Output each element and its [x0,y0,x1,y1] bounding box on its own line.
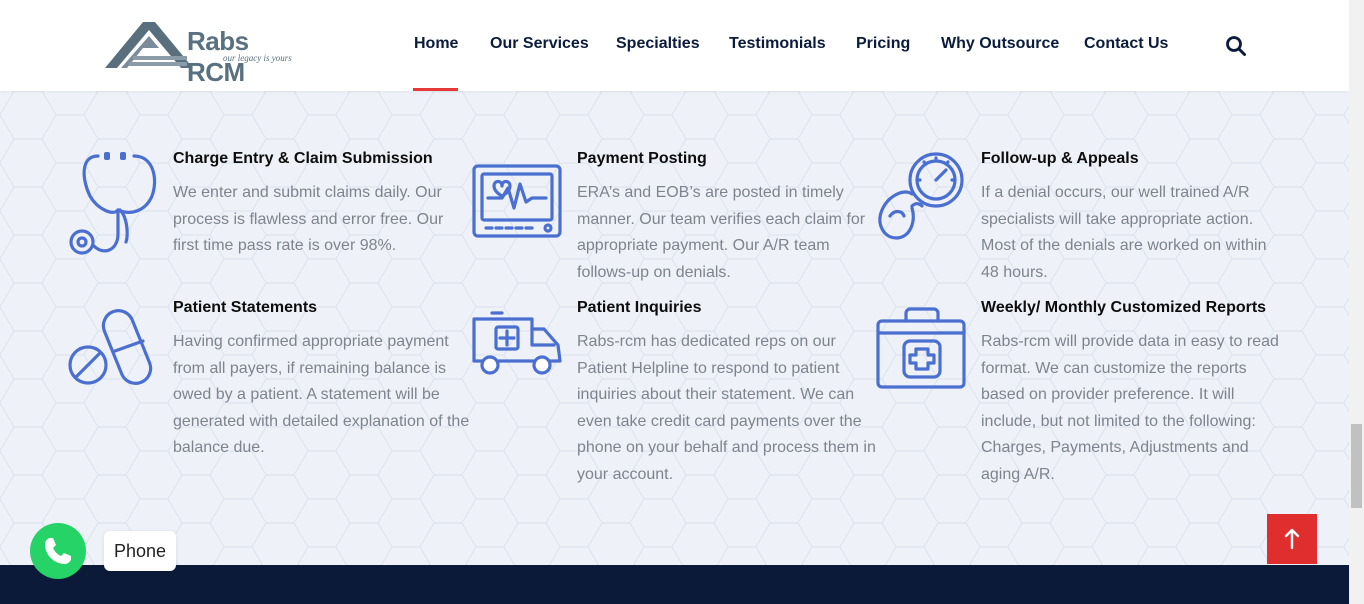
scrollbar-thumb[interactable] [1351,424,1362,508]
brand-logo[interactable]: Rabs RCM our legacy is yours [103,18,303,87]
services-section: Charge Entry & Claim Submission We enter… [0,91,1349,565]
nav-item-why-outsource[interactable]: Why Outsource [941,35,1059,53]
feature-title: Patient Statements [173,299,318,316]
page-scrollbar[interactable] [1349,0,1364,604]
feature-description: Having confirmed appropriate payment fro… [173,333,470,456]
footer [0,565,1349,604]
nav-item-home[interactable]: Home [414,35,458,53]
feature-description: ERA’s and EOB’s are posted in timely man… [577,184,866,281]
nav-item-our-services[interactable]: Our Services [490,35,589,53]
feature-title: Payment Posting [577,150,707,167]
nav-item-contact-us[interactable]: Contact Us [1084,35,1168,53]
nav-item-specialties[interactable]: Specialties [616,35,700,53]
search-icon [1226,36,1246,56]
phone-call-button[interactable] [30,523,86,579]
first-aid-kit-icon [876,307,966,389]
feature-title: Weekly/ Monthly Customized Reports [981,299,1267,316]
back-to-top-button[interactable] [1267,514,1317,564]
feature-description: Rabs-rcm has dedicated reps on our Patie… [577,333,876,483]
phone-label[interactable]: Phone [104,531,176,571]
nav-item-testimonials[interactable]: Testimonials [729,35,826,53]
pills-icon [68,309,153,385]
brand-tagline: our legacy is yours [223,53,292,63]
feature-description: If a denial occurs, our well trained A/R… [981,184,1267,281]
feature-description: Rabs-rcm will provide data in easy to re… [981,333,1279,483]
feature-title: Charge Entry & Claim Submission [173,150,433,167]
site-header: Rabs RCM our legacy is yours Home Our Se… [0,0,1349,91]
nav-item-pricing[interactable]: Pricing [856,35,910,53]
ambulance-icon [472,311,562,375]
feature-title: Follow-up & Appeals [981,150,1139,167]
search-button[interactable] [1224,34,1248,58]
arrow-up-icon [1284,528,1300,550]
feature-title: Patient Inquiries [577,299,702,316]
stethoscope-icon [69,152,157,255]
nav-active-indicator [413,88,458,91]
roof-logo-icon [105,22,193,68]
heart-monitor-icon [472,164,562,238]
blood-pressure-gauge-icon [878,152,964,240]
feature-description: We enter and submit claims daily. Our pr… [173,184,444,254]
phone-icon [45,538,71,564]
